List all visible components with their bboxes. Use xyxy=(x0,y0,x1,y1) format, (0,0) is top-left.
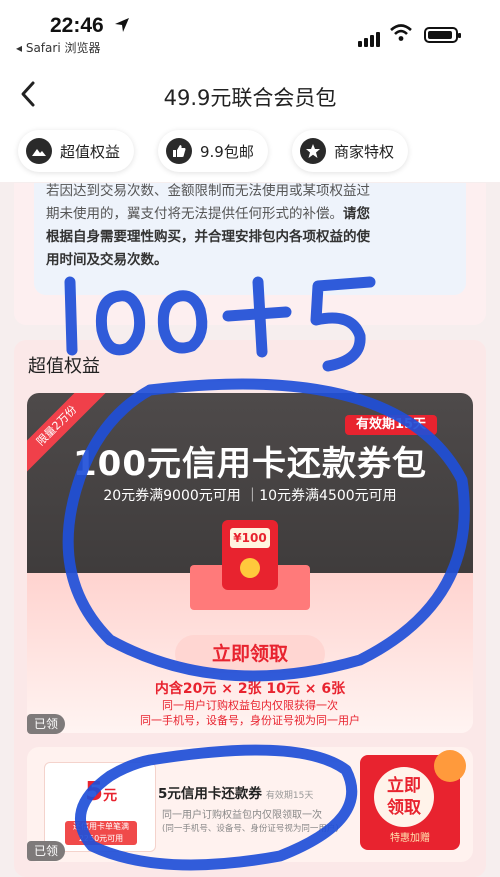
claimed-badge: 已领 xyxy=(27,714,66,734)
coupon-pack-title: 100元信用卡还款券包 xyxy=(73,444,427,484)
notice-text: 若因达到交易次数、金额限制而无法使用或某项权益过 期未使用的，翼支付将无法提供任… xyxy=(46,183,370,268)
pack-contents: 内含20元 × 2张 10元 × 6张 xyxy=(154,681,346,697)
validity-badge: 有效期15天 xyxy=(345,415,437,435)
star-icon xyxy=(300,138,326,164)
coupon-title: 5元信用卡还款券 有效期15天 xyxy=(158,786,314,802)
claim-now-button[interactable]: 立即领取 xyxy=(175,635,325,673)
battery-icon xyxy=(424,27,461,43)
red-envelope-graphic: ¥100 xyxy=(222,520,278,590)
wifi-icon xyxy=(390,24,412,41)
page-title: 49.9元联合会员包 xyxy=(163,86,337,110)
section-title: 超值权益 xyxy=(28,356,100,377)
tab-label: 9.9包邮 xyxy=(200,142,254,161)
back-to-app-link[interactable]: ◂ Safari 浏览器 xyxy=(16,39,100,56)
tab-value-benefits[interactable]: 超值权益 xyxy=(18,130,135,172)
tab-label: 商家特权 xyxy=(334,142,395,161)
claimed-badge: 已领 xyxy=(27,841,66,861)
pack-note: 同一手机号，设备号，身份证号视为同一用户 xyxy=(140,714,360,727)
coin-icon xyxy=(240,558,260,578)
tab-label: 超值权益 xyxy=(60,142,121,161)
pack-note: 同一用户订购权益包内仅限获得一次 xyxy=(162,699,338,712)
location-arrow-icon xyxy=(115,18,129,32)
coupon-note: (同一手机号、设备号、身份证号视为同一用户) xyxy=(162,824,339,834)
clock: 22:46 xyxy=(50,14,104,37)
coupon-pack-subtitle: 20元券满9000元可用 ｜10元券满4500元可用 xyxy=(103,488,397,504)
tab-merchant-privileges[interactable]: 商家特权 xyxy=(292,130,409,172)
tab-free-shipping[interactable]: 9.9包邮 xyxy=(158,130,268,172)
envelope-amount: ¥100 xyxy=(230,528,270,548)
thumbs-up-icon xyxy=(166,138,192,164)
image-icon xyxy=(26,138,52,164)
coin-icon xyxy=(434,750,466,782)
bonus-tag: 特惠加赠 xyxy=(390,833,430,844)
coupon-note: 同一用户订购权益包内仅限领取一次 xyxy=(162,810,322,821)
coupon-condition: 还信用卡单笔满2250元可用 xyxy=(65,821,137,845)
cellular-signal-icon xyxy=(358,28,382,47)
category-tabs: 超值权益 9.9包邮 商家特权 xyxy=(0,126,500,182)
nav-bar: 49.9元联合会员包 xyxy=(0,62,500,126)
coupon-ticket: 5元 还信用卡单笔满2250元可用 xyxy=(44,762,156,852)
status-bar: 22:46 ◂ Safari 浏览器 xyxy=(0,0,500,62)
claim-button-label: 立即 领取 xyxy=(374,767,434,827)
coupon-value: 5元 xyxy=(85,777,118,807)
